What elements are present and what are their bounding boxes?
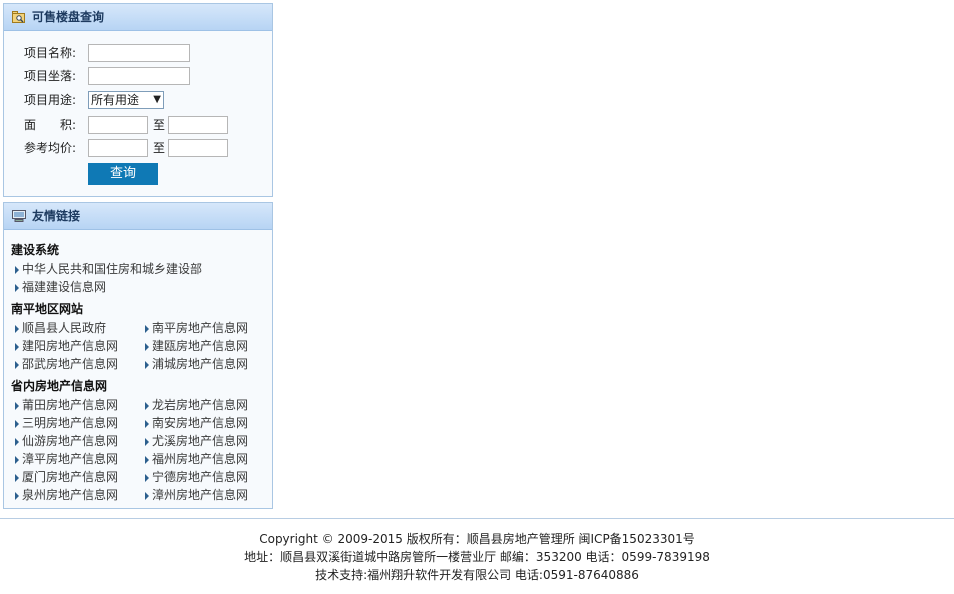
link-item[interactable]: 建阳房地产信息网 [15, 337, 118, 354]
link-item[interactable]: 莆田房地产信息网 [15, 396, 118, 413]
search-folder-icon [12, 11, 25, 23]
price-max-input[interactable] [168, 139, 228, 157]
arrow-icon [15, 360, 19, 369]
project-name-label: 项目名称: [24, 46, 77, 60]
chevron-down-icon: ▼ [153, 94, 161, 105]
links-panel-header: 友情链接 [4, 203, 272, 230]
project-use-select[interactable]: 所有用途 ▼ [88, 91, 164, 109]
arrow-icon [145, 419, 149, 428]
link-item[interactable]: 厦门房地产信息网 [15, 468, 118, 485]
link-item[interactable]: 福州房地产信息网 [145, 450, 248, 467]
link-item[interactable]: 顺昌县人民政府 [15, 319, 106, 336]
project-location-label: 项目坐落: [24, 69, 77, 83]
link-item[interactable]: 福建建设信息网 [15, 278, 106, 295]
arrow-icon [15, 455, 19, 464]
links-panel-title: 友情链接 [32, 209, 81, 223]
search-panel-header: 可售楼盘查询 [4, 4, 272, 31]
link-item[interactable]: 宁德房地产信息网 [145, 468, 248, 485]
arrow-icon [15, 342, 19, 351]
arrow-icon [145, 324, 149, 333]
arrow-icon [15, 473, 19, 482]
link-item[interactable]: 泉州房地产信息网 [15, 486, 118, 503]
link-item[interactable]: 三明房地产信息网 [15, 414, 118, 431]
link-item[interactable]: 中华人民共和国住房和城乡建设部 [15, 260, 202, 277]
arrow-icon [15, 324, 19, 333]
arrow-icon [145, 360, 149, 369]
footer-address: 地址：顺昌县双溪街道城中路房管所一楼营业厅 邮编：353200 电话：0599-… [244, 550, 710, 564]
footer-copyright: Copyright © 2009-2015 版权所有：顺昌县房地产管理所 闽IC… [259, 532, 695, 546]
price-label: 参考均价: [24, 141, 77, 155]
group-title-province: 省内房地产信息网 [11, 379, 108, 393]
link-item[interactable]: 尤溪房地产信息网 [145, 432, 248, 449]
area-min-input[interactable] [88, 116, 148, 134]
project-location-input[interactable] [88, 67, 190, 85]
group-title-construction: 建设系统 [11, 243, 60, 257]
area-max-input[interactable] [168, 116, 228, 134]
links-icon [12, 210, 26, 222]
links-panel: 友情链接 建设系统 中华人民共和国住房和城乡建设部 福建建设信息网 南平地区网站… [3, 202, 273, 509]
arrow-icon [145, 491, 149, 500]
arrow-icon [145, 455, 149, 464]
group-title-nanping: 南平地区网站 [11, 302, 84, 316]
arrow-icon [15, 419, 19, 428]
arrow-icon [145, 473, 149, 482]
link-item[interactable]: 漳州房地产信息网 [145, 486, 248, 503]
price-to-label: 至 [153, 141, 166, 155]
search-panel: 可售楼盘查询 项目名称: 项目坐落: 项目用途: 所有用途 ▼ 面 积: 至 参… [3, 3, 273, 197]
link-item[interactable]: 建瓯房地产信息网 [145, 337, 248, 354]
arrow-icon [15, 437, 19, 446]
arrow-icon [15, 265, 19, 274]
link-item[interactable]: 南平房地产信息网 [145, 319, 248, 336]
price-min-input[interactable] [88, 139, 148, 157]
link-item[interactable]: 仙游房地产信息网 [15, 432, 118, 449]
link-item[interactable]: 浦城房地产信息网 [145, 355, 248, 372]
arrow-icon [15, 283, 19, 292]
footer-support: 技术支持:福州翔升软件开发有限公司 电话:0591-87640886 [315, 568, 639, 582]
search-button[interactable]: 查询 [88, 163, 158, 185]
arrow-icon [145, 401, 149, 410]
footer-divider [0, 518, 954, 519]
link-item[interactable]: 漳平房地产信息网 [15, 450, 118, 467]
arrow-icon [15, 491, 19, 500]
project-use-label: 项目用途: [24, 93, 77, 107]
arrow-icon [145, 342, 149, 351]
search-panel-title: 可售楼盘查询 [32, 10, 105, 24]
arrow-icon [15, 401, 19, 410]
arrow-icon [145, 437, 149, 446]
link-item[interactable]: 龙岩房地产信息网 [145, 396, 248, 413]
project-name-input[interactable] [88, 44, 190, 62]
link-item[interactable]: 邵武房地产信息网 [15, 355, 118, 372]
link-item[interactable]: 南安房地产信息网 [145, 414, 248, 431]
area-label: 面 积: [24, 118, 77, 132]
project-use-selected: 所有用途 [91, 93, 140, 107]
area-to-label: 至 [153, 118, 166, 132]
